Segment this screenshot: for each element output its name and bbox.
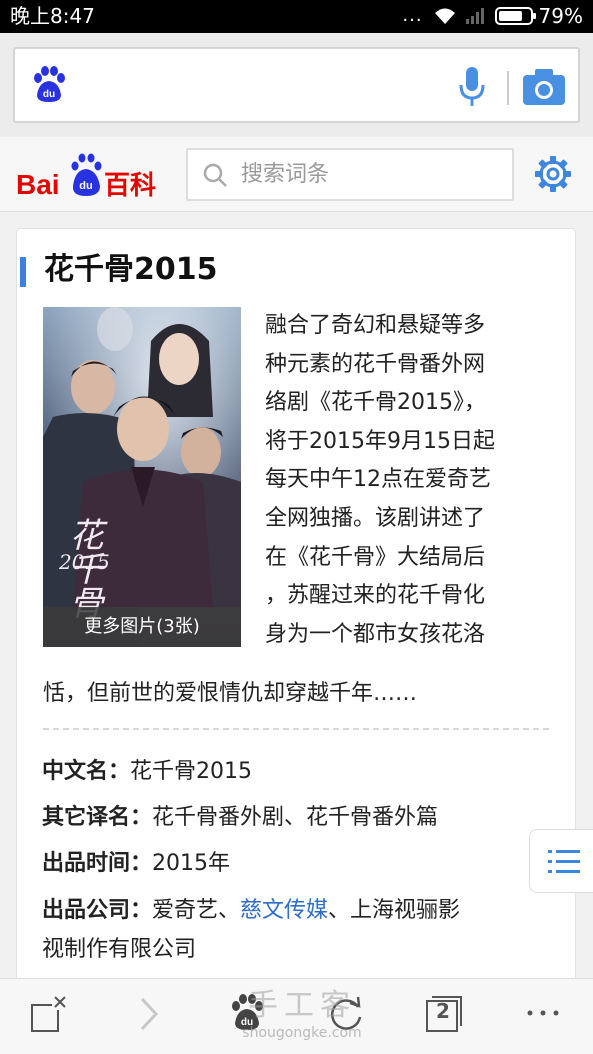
info-row-other-names: 其它译名：花千骨番外剧、花千骨番外篇 — [42, 800, 438, 836]
svg-text:百科: 百科 — [104, 171, 156, 201]
info-key: 出品时间： — [42, 851, 153, 876]
more-images-button[interactable]: 更多图片(3张) — [43, 607, 241, 647]
page-title: 花千骨2015 — [44, 252, 218, 287]
info-value: 花千骨2015 — [130, 759, 253, 784]
info-value-line2: 视制作有限公司 — [42, 937, 197, 962]
info-value: 2015年 — [152, 851, 231, 876]
gear-icon[interactable] — [534, 155, 572, 193]
browser-search-input[interactable]: du — [13, 47, 580, 123]
dashed-divider — [43, 728, 549, 730]
info-key: 其它译名： — [42, 805, 153, 830]
summary-line: 在《花千骨》大结局后 — [265, 544, 486, 570]
info-key: 中文名： — [42, 759, 131, 784]
info-row-chinese-name: 中文名：花千骨2015 — [42, 754, 252, 790]
poster-image[interactable]: 花千骨 2015 更多图片(3张) — [43, 307, 241, 647]
forward-icon[interactable] — [134, 993, 164, 1035]
summary-line: 络剧《花千骨2015》， — [265, 390, 486, 416]
signal-icon — [465, 8, 484, 24]
status-icons: ... 79% — [402, 4, 583, 28]
list-icon — [548, 850, 580, 873]
wifi-icon — [434, 8, 455, 24]
info-value: 爱奇艺、 — [152, 898, 241, 923]
battery-icon — [494, 7, 536, 25]
article-card: 花千骨2015 花千骨 2015 更多图片(3张) 融合了奇幻和悬疑等多 种元素… — [16, 228, 576, 988]
browser-toolbar: du — [0, 33, 593, 137]
close-page-icon[interactable] — [28, 993, 70, 1035]
title-accent-bar — [20, 257, 26, 287]
tabs-button[interactable]: 2 — [424, 993, 464, 1035]
summary-text: 融合了奇幻和悬疑等多 种元素的花千骨番外网 络剧《花千骨2015》， 将于201… — [265, 307, 533, 654]
baike-search-input[interactable]: 搜索词条 — [186, 148, 514, 201]
poster-artwork: 花千骨 2015 — [43, 307, 241, 647]
summary-line: ，苏醒过来的花千骨化 — [265, 583, 486, 609]
svg-text:Bai: Bai — [16, 169, 60, 200]
summary-line: 身为一个都市女孩花洛 — [265, 621, 486, 647]
baidu-paw-icon[interactable]: du — [29, 65, 69, 105]
catalog-button[interactable] — [529, 829, 593, 893]
baike-header: Bai du 百科 搜索词条 — [0, 137, 593, 212]
summary-line: 种元素的花千骨番外网 — [265, 351, 486, 377]
status-bar: 晚上8:47 ... 79% — [0, 0, 593, 33]
microphone-icon[interactable] — [456, 65, 488, 109]
company-link[interactable]: 慈文传媒 — [240, 898, 328, 923]
info-row-release-time: 出品时间：2015年 — [42, 846, 230, 882]
more-icon[interactable] — [524, 1005, 564, 1021]
toolbar-divider — [507, 71, 509, 105]
info-value: 、上海视骊影 — [328, 898, 461, 923]
search-icon — [203, 163, 227, 187]
poster-year-art: 2015 — [58, 550, 110, 574]
tab-count: 2 — [436, 999, 450, 1023]
camera-icon[interactable] — [521, 67, 567, 107]
search-placeholder: 搜索词条 — [241, 162, 330, 187]
svg-text:du: du — [79, 180, 92, 192]
notification-dots: ... — [402, 5, 423, 26]
summary-line: 融合了奇幻和悬疑等多 — [265, 313, 486, 338]
summary-line: 全网独播。该剧讲述了 — [265, 505, 486, 531]
refresh-icon[interactable] — [326, 993, 366, 1035]
summary-line: 将于2015年9月15日起 — [265, 428, 495, 454]
info-row-production-company: 出品公司：爱奇艺、慈文传媒、上海视骊影 视制作有限公司 — [42, 893, 552, 968]
baidu-home-icon[interactable]: du — [227, 993, 267, 1033]
summary-last-line: 恬，但前世的爱恨情仇却穿越千年…… — [43, 681, 418, 706]
browser-bottom-bar: du 2 手工客 shougongke.com — [0, 978, 593, 1054]
info-value: 花千骨番外剧、花千骨番外篇 — [152, 805, 439, 830]
status-time: 晚上8:47 — [10, 4, 95, 28]
svg-text:du: du — [241, 1017, 253, 1028]
svg-text:du: du — [43, 89, 55, 100]
info-key: 出品公司： — [42, 898, 153, 923]
baidu-baike-logo[interactable]: Bai du 百科 — [16, 144, 168, 204]
summary-line: 每天中午12点在爱奇艺 — [265, 467, 491, 493]
battery-percent: 79% — [538, 4, 583, 28]
